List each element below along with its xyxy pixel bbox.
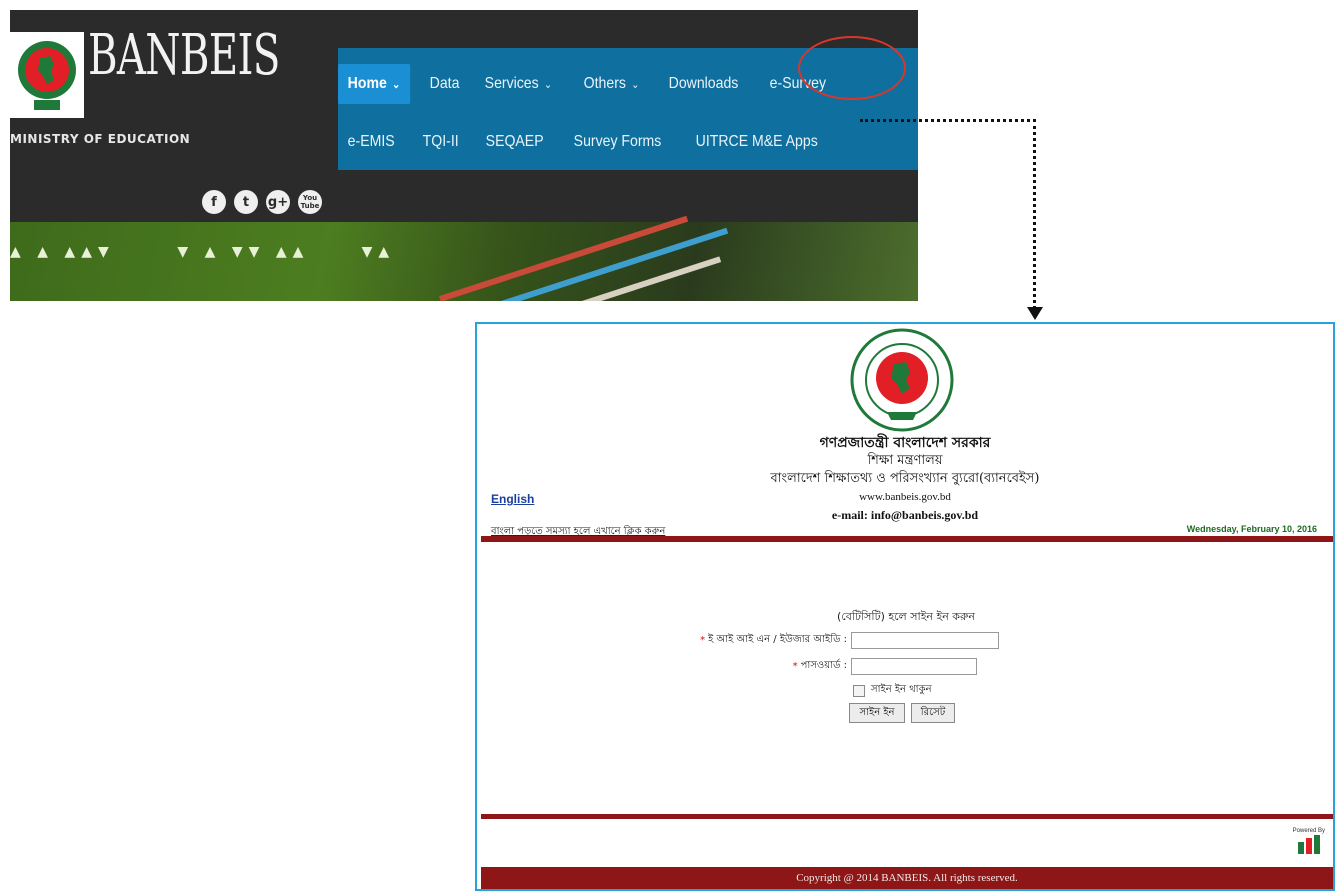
content-divider [481,814,1333,819]
password-label: পাসওয়ার্ড : [800,660,847,671]
arrow-down-icon [1027,307,1043,320]
header-divider [481,536,1333,542]
nav-item-downloads[interactable]: Downloads [659,64,748,104]
website-url[interactable]: www.banbeis.gov.bd [477,488,1333,506]
banner-pattern: ▲ ▲ ▲▲▼ ▼ ▲ ▼▼ ▲▲ ▼▲ [10,244,396,260]
chevron-down-icon: ⌄ [631,78,640,91]
chevron-down-icon: ⌄ [392,78,401,91]
government-seal-logo[interactable] [10,32,84,118]
remember-checkbox[interactable] [853,684,865,697]
signin-button[interactable]: সাইন ইন [849,703,905,723]
e-survey-highlight-circle [798,36,906,100]
nav-item-survey-forms[interactable]: Survey Forms [564,122,671,162]
current-date: Wednesday, February 10, 2016 [1186,524,1317,534]
nav-item-services[interactable]: Services ⌄ [475,64,562,104]
user-id-input[interactable] [851,632,999,649]
chevron-down-icon: ⌄ [544,78,553,91]
password-input[interactable] [851,658,977,675]
vendor-logo[interactable] [1296,834,1322,856]
user-id-label-row: * ই আই আই এন / ইউজার আইডি : [700,632,847,649]
nav-item-uitrce-apps[interactable]: UITRCE M&E Apps [686,122,827,162]
nav-label: Downloads [668,75,739,92]
nav-label: e-EMIS [347,133,395,150]
login-title: (বেটিসিটি) হলে সাইন ইন করুন [837,610,975,623]
nav-item-home[interactable]: Home ⌄ [338,64,410,104]
bureau-name: বাংলাদেশ শিক্ষাতথ্য ও পরিসংখ্যান ব্যুরো(… [770,471,1040,486]
nav-item-e-emis[interactable]: e-EMIS [338,122,404,162]
nav-item-tqi-ii[interactable]: TQI-II [413,122,468,162]
nav-label: TQI-II [423,133,460,150]
nav-row-secondary: e-EMIS TQI-II SEQAEP Survey Forms UITRCE… [338,122,846,162]
nav-label: UITRCE M&E Apps [695,133,818,150]
nav-item-seqaep[interactable]: SEQAEP [476,122,553,162]
ministry-name: শিক্ষা মন্ত্রণালয় [867,453,943,468]
password-label-row: * পাসওয়ার্ড : [793,658,847,675]
ministry-subtitle: MINISTRY OF EDUCATION [10,132,191,146]
organization-info: গণপ্রজাতন্ত্রী বাংলাদেশ সরকার শিক্ষা মন্… [477,434,1333,524]
twitter-icon[interactable]: t [234,190,258,214]
nav-label: SEQAEP [485,133,544,150]
connector-line [1033,119,1036,309]
connector-line [860,119,1036,122]
nav-item-others[interactable]: Others ⌄ [574,64,649,104]
youtube-icon[interactable]: You Tube [298,190,322,214]
remember-me[interactable]: সাইন ইন থাকুন [853,682,932,699]
nav-label: Data [429,75,460,92]
banbeis-website-header: BANBEIS MINISTRY OF EDUCATION f t g+ You… [10,10,918,301]
nav-label: Home [347,75,387,92]
google-plus-icon[interactable]: g+ [266,190,290,214]
brand-title[interactable]: BANBEIS [88,28,280,84]
required-marker: * [700,635,706,646]
required-marker: * [792,661,798,672]
contact-email[interactable]: e-mail: info@banbeis.gov.bd [477,506,1333,524]
nav-label: Survey Forms [573,133,662,150]
e-survey-login-page: গণপ্রজাতন্ত্রী বাংলাদেশ সরকার শিক্ষা মন্… [475,322,1335,891]
banner-image: ▲ ▲ ▲▲▼ ▼ ▲ ▼▼ ▲▲ ▼▲ [10,215,918,301]
nav-label: Services [485,75,540,92]
powered-by: Powered By [1293,828,1325,860]
nav-row-primary: Home ⌄ Data Services ⌄ Others ⌄ Downloads e… [338,64,846,104]
copyright-footer: Copyright @ 2014 BANBEIS. All rights res… [481,867,1333,889]
govt-name: গণপ্রজাতন্ত্রী বাংলাদেশ সরকার [819,435,991,451]
nav-label: Others [583,75,626,92]
remember-label: সাইন ইন থাকুন [871,684,932,695]
social-links: f t g+ You Tube [202,190,322,214]
english-language-link[interactable]: English [491,492,534,506]
nav-item-data[interactable]: Data [420,64,469,104]
government-seal-logo [847,328,957,436]
facebook-icon[interactable]: f [202,190,226,214]
reset-button[interactable]: রিসেট [911,703,955,723]
user-id-label: ই আই আই এন / ইউজার আইডি : [708,634,847,645]
